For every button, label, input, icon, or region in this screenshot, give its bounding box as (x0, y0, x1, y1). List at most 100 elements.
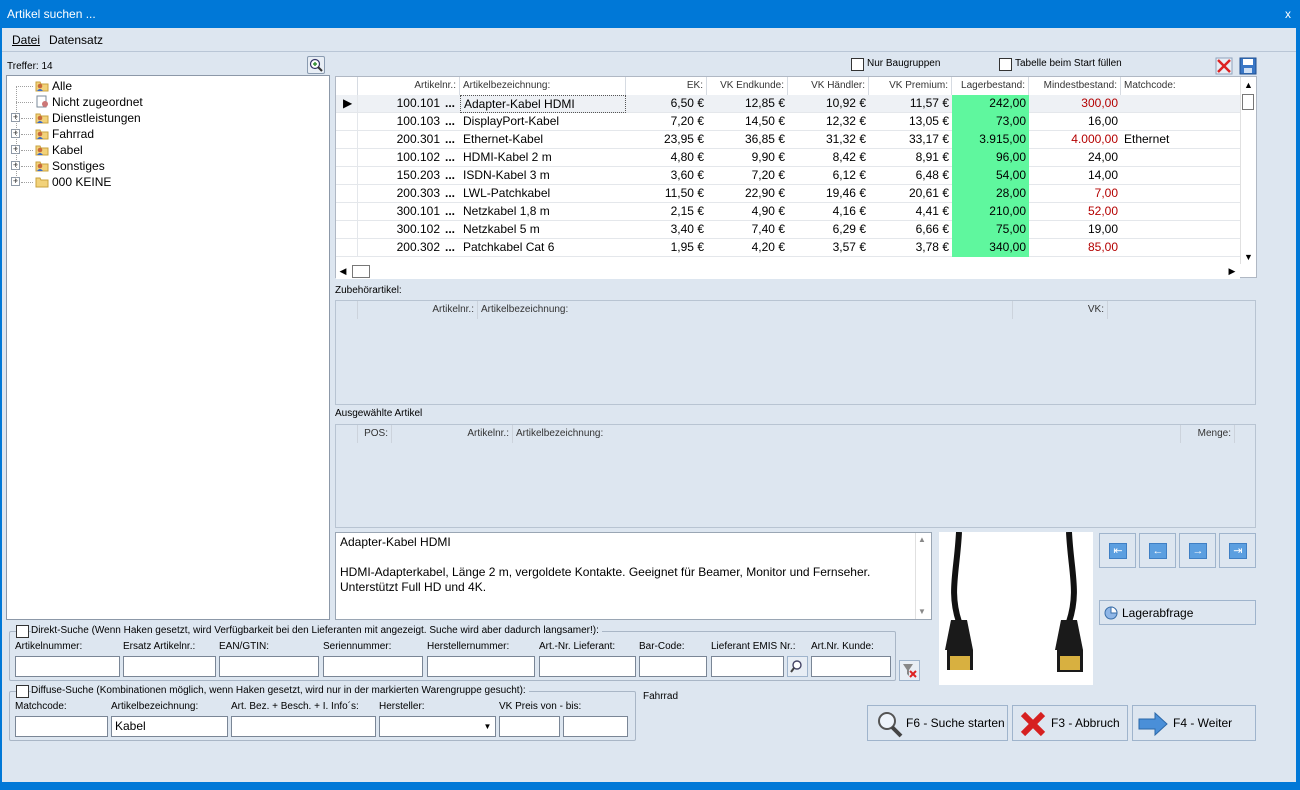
table-row[interactable]: 200.303... LWL-Patchkabel 11,50 € 22,90 € 19… (336, 185, 1241, 203)
nur-baugruppen-checkbox[interactable] (851, 58, 864, 71)
grid-header-1[interactable]: Artikelnr.: (358, 77, 460, 95)
magnifier-icon (790, 660, 802, 673)
next-record-button[interactable]: → (1179, 533, 1216, 568)
desc-scroll-down-icon[interactable]: ▼ (918, 607, 926, 616)
grid-hscroll-thumb[interactable] (352, 265, 370, 278)
grid-header-5[interactable]: VK Händler: (788, 77, 869, 95)
tree-item-5[interactable]: + Sonstiges (7, 158, 327, 174)
warengruppen-tree[interactable]: Alle Nicht zugeordnet + Dienstleistungen + Fa… (6, 75, 330, 620)
row-dots-button[interactable]: ... (443, 239, 460, 257)
cell-match (1121, 221, 1241, 239)
lagerabfrage-button[interactable]: Lagerabfrage (1099, 600, 1256, 625)
clear-search-button[interactable] (899, 660, 920, 681)
vk-preis-bis-input[interactable] (563, 716, 628, 737)
direkt-field-input-2[interactable] (219, 656, 319, 677)
row-dots-button[interactable]: ... (443, 185, 460, 203)
diffuse-suche-checkbox[interactable] (16, 685, 29, 698)
grid-header-4[interactable]: VK Endkunde: (707, 77, 788, 95)
table-row[interactable]: 200.302... Patchkabel Cat 6 1,95 € 4,20 € 3,… (336, 239, 1241, 257)
grid-header-0[interactable] (336, 77, 358, 95)
tree-item-0[interactable]: Alle (7, 78, 327, 94)
table-row[interactable]: 150.203... ISDN-Kabel 3 m 3,60 € 7,20 € 6,12… (336, 167, 1241, 185)
row-dots-button[interactable]: ... (443, 203, 460, 221)
row-dots-button[interactable]: ... (443, 149, 460, 167)
row-dots-button[interactable]: ... (443, 221, 460, 239)
cell-ek: 7,20 € (670, 114, 704, 128)
direkt-field-input-7[interactable] (711, 656, 784, 677)
tree-item-3[interactable]: + Fahrrad (7, 126, 327, 142)
save-button[interactable] (1239, 57, 1257, 75)
table-row[interactable]: 300.101... Netzkabel 1,8 m 2,15 € 4,90 € 4,1… (336, 203, 1241, 221)
direkt-suche-checkbox[interactable] (16, 625, 29, 638)
description-scrollbar[interactable]: ▲ ▼ (915, 533, 931, 619)
row-dots-button[interactable]: ... (443, 167, 460, 185)
lieferant-search-button[interactable] (787, 656, 808, 677)
cell-lager: 3.915,00 (952, 131, 1029, 149)
direkt-field-input-3[interactable] (323, 656, 423, 677)
tree-item-2[interactable]: + Dienstleistungen (7, 110, 327, 126)
menu-datei[interactable]: Datei (12, 33, 40, 47)
suche-starten-button[interactable]: F6 - Suche starten (867, 705, 1008, 741)
chevron-down-icon[interactable]: ▼ (480, 717, 495, 736)
table-row[interactable]: 100.103... DisplayPort-Kabel 7,20 € 14,50 €… (336, 113, 1241, 131)
hit-count: Treffer: 14 (7, 61, 53, 72)
grid-vertical-scrollbar[interactable]: ▲ ▼ (1240, 78, 1255, 264)
scroll-right-arrow-icon[interactable]: ▶ (1225, 264, 1239, 279)
clear-table-button[interactable] (1215, 57, 1233, 75)
direkt-field-input-0[interactable] (15, 656, 120, 677)
table-row[interactable]: 300.102... Netzkabel 5 m 3,40 € 7,40 € 6,29 … (336, 221, 1241, 239)
desc-scroll-up-icon[interactable]: ▲ (918, 535, 926, 544)
grid-horizontal-scrollbar[interactable]: ◀ ▶ (336, 264, 1240, 279)
menu-datensatz[interactable]: Datensatz (49, 33, 103, 47)
table-row[interactable]: 100.102... HDMI-Kabel 2 m 4,80 € 9,90 € 8,42… (336, 149, 1241, 167)
scroll-up-arrow-icon[interactable]: ▲ (1242, 78, 1255, 92)
row-dots-button[interactable]: ... (443, 95, 460, 113)
tabelle-fuellen-checkbox[interactable] (999, 58, 1012, 71)
tree-item-1[interactable]: Nicht zugeordnet (7, 94, 327, 110)
cell-vkp: 3,78 € (915, 240, 949, 254)
cell-match (1121, 95, 1241, 113)
cell-nr: 100.101 (396, 96, 440, 110)
prev-record-button[interactable]: ← (1139, 533, 1176, 568)
tree-item-4[interactable]: + Kabel (7, 142, 327, 158)
abbruch-button[interactable]: F3 - Abbruch (1012, 705, 1128, 741)
ausgewaehlt-grid[interactable]: POS: Artikelnr.: Artikelbezeichnung: Men… (335, 424, 1256, 528)
zubehoer-grid[interactable]: Artikelnr.: Artikelbezeichnung: VK: (335, 300, 1256, 405)
grid-scroll-thumb[interactable] (1242, 94, 1254, 110)
direkt-field-label-4: Herstellernummer: (427, 641, 510, 652)
grid-header-8[interactable]: Mindestbestand: (1029, 77, 1121, 95)
cell-mind: 16,00 (1087, 114, 1118, 128)
article-grid[interactable]: Artikelnr.: Artikelbezeichnung: EK: VK Endk… (335, 76, 1257, 278)
direkt-field-input-4[interactable] (427, 656, 535, 677)
weiter-button[interactable]: F4 - Weiter (1132, 705, 1256, 741)
direkt-field-input-8[interactable] (811, 656, 891, 677)
last-record-button[interactable]: ⇥ (1219, 533, 1256, 568)
zoom-button[interactable] (307, 56, 325, 74)
grid-header-3[interactable]: EK: (626, 77, 707, 95)
first-record-button[interactable]: ⇤ (1099, 533, 1136, 568)
clear-filter-icon (903, 664, 917, 678)
diffuse-field-input-1[interactable]: Kabel (111, 716, 228, 737)
grid-header-6[interactable]: VK Premium: (869, 77, 952, 95)
direkt-field-label-3: Seriennummer: (323, 641, 392, 652)
direkt-field-input-1[interactable] (123, 656, 216, 677)
diffuse-field-input-2[interactable] (231, 716, 376, 737)
row-dots-button[interactable]: ... (443, 113, 460, 131)
row-dots-button[interactable]: ... (443, 131, 460, 149)
diffuse-field-input-3[interactable]: ▼ (379, 716, 496, 737)
diffuse-field-input-0[interactable] (15, 716, 108, 737)
grid-header-2[interactable]: Artikelbezeichnung: (460, 77, 626, 95)
table-row[interactable]: ▶ 100.101... Adapter-Kabel HDMI 6,50 € 12,85… (336, 95, 1241, 113)
tree-item-6[interactable]: +000 KEINE (7, 174, 327, 190)
grid-header-7[interactable]: Lagerbestand: (952, 77, 1029, 95)
table-row[interactable]: 200.301... Ethernet-Kabel 23,95 € 36,85 € 31… (336, 131, 1241, 149)
direkt-field-input-5[interactable] (539, 656, 636, 677)
scroll-down-arrow-icon[interactable]: ▼ (1242, 250, 1255, 264)
scroll-left-arrow-icon[interactable]: ◀ (336, 264, 350, 279)
row-indicator (336, 131, 358, 149)
window-close-button[interactable]: x (1279, 6, 1297, 22)
cell-match (1121, 203, 1241, 221)
diffuse-field-input-4[interactable] (499, 716, 560, 737)
direkt-field-input-6[interactable] (639, 656, 707, 677)
grid-header-9[interactable]: Matchcode: (1121, 77, 1241, 95)
